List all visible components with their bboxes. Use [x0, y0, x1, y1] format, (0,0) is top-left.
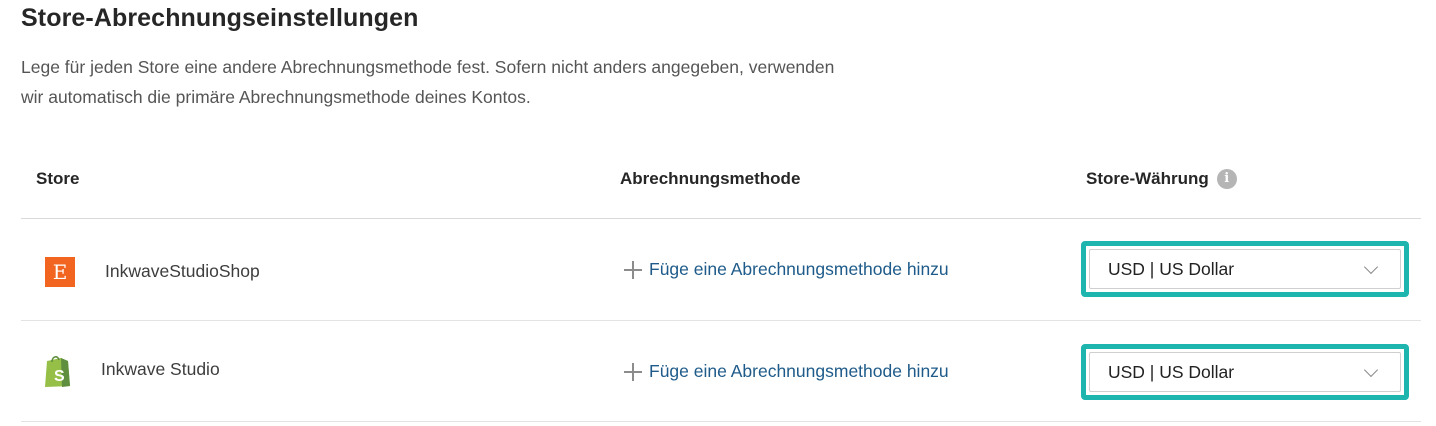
- add-billing-method-link[interactable]: Füge eine Abrechnungsmethode hinzu: [624, 361, 949, 382]
- column-header-currency-label: Store-Währung: [1086, 169, 1209, 188]
- shopify-logo-icon: S: [45, 356, 70, 387]
- table-row: E InkwaveStudioShop Füge eine Abrechnung…: [21, 219, 1421, 319]
- info-icon[interactable]: i: [1216, 169, 1237, 189]
- currency-select[interactable]: USD | US Dollar: [1089, 352, 1401, 392]
- add-billing-method-label: Füge eine Abrechnungsmethode hinzu: [649, 259, 949, 279]
- plus-icon: [624, 260, 642, 279]
- page-description: Lege für jeden Store eine andere Abrechn…: [21, 57, 835, 107]
- add-billing-method-link[interactable]: Füge eine Abrechnungsmethode hinzu: [624, 259, 949, 280]
- chevron-down-icon: [1363, 259, 1379, 274]
- row-divider: [21, 421, 1421, 422]
- currency-select-value: USD | US Dollar: [1108, 361, 1235, 382]
- chevron-down-icon: [1363, 362, 1379, 377]
- currency-select-value: USD | US Dollar: [1108, 258, 1235, 279]
- page-title: Store-Abrechnungseinstellungen: [21, 4, 419, 32]
- svg-text:S: S: [54, 368, 65, 385]
- add-billing-method-label: Füge eine Abrechnungsmethode hinzu: [649, 361, 949, 381]
- column-header-currency: Store-Währung i: [1086, 169, 1237, 189]
- etsy-logo-icon: E: [45, 257, 75, 287]
- store-name: Inkwave Studio: [101, 359, 220, 379]
- column-header-store: Store: [36, 169, 80, 188]
- store-name: InkwaveStudioShop: [105, 261, 260, 281]
- column-header-billing-method: Abrechnungsmethode: [620, 169, 801, 188]
- currency-select-highlight: USD | US Dollar: [1081, 241, 1409, 297]
- table-row: S Inkwave Studio Füge eine Abrechnungsme…: [21, 321, 1421, 421]
- currency-select[interactable]: USD | US Dollar: [1089, 249, 1401, 289]
- currency-select-highlight: USD | US Dollar: [1081, 344, 1409, 400]
- plus-icon: [624, 362, 642, 381]
